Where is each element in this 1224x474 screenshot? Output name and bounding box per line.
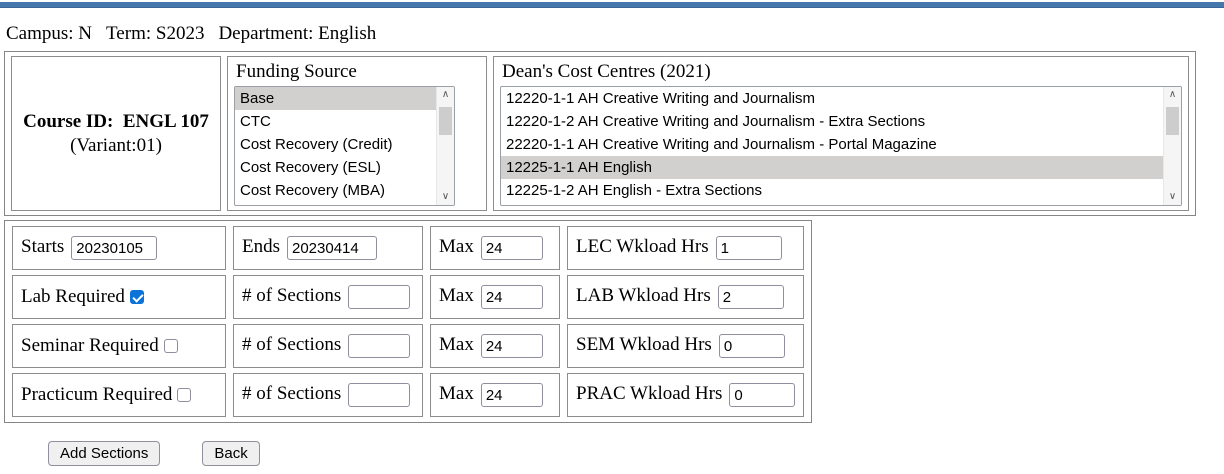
department-label: Department: English (218, 23, 376, 44)
max-label: Max (439, 236, 474, 257)
sections-cell: # of Sections (233, 373, 423, 417)
grid-row-seminar: Seminar Required # of Sections Max SEM W… (12, 324, 804, 368)
max-label: Max (439, 383, 474, 404)
cost-centre-options: 12220-1-1 AH Creative Writing and Journa… (501, 87, 1163, 205)
wkload-cell: LAB Wkload Hrs (567, 275, 804, 319)
grid-row-lecture: Starts Ends Max LEC Wkload Hrs (12, 226, 804, 270)
scrollbar-thumb[interactable] (1166, 107, 1179, 135)
grid-row-lab: Lab Required # of Sections Max LAB Wkloa… (12, 275, 804, 319)
funding-option[interactable]: Cost Recovery (MBA) (235, 179, 436, 202)
page-header: Campus: N Term: S2023 Department: English (6, 23, 1224, 45)
ends-cell: Ends (233, 226, 423, 270)
course-id-cell: Course ID: ENGL 107 (Variant:01) (11, 56, 221, 211)
cost-centres-cell: Dean's Cost Centres (2021) 12220-1-1 AH … (493, 56, 1189, 211)
term-label: Term: S2023 (106, 23, 204, 44)
grid-row-practicum: Practicum Required # of Sections Max PRA… (12, 373, 804, 417)
max-label: Max (439, 285, 474, 306)
max-label: Max (439, 334, 474, 355)
lab-wkload-label: LAB Wkload Hrs (576, 285, 711, 306)
max-input[interactable] (481, 285, 543, 309)
num-sections-label: # of Sections (242, 334, 341, 355)
max-input[interactable] (481, 383, 543, 407)
add-sections-button[interactable]: Add Sections (48, 441, 160, 466)
wkload-cell: PRAC Wkload Hrs (567, 373, 804, 417)
num-sections-input[interactable] (348, 334, 410, 358)
funding-source-label: Funding Source (236, 61, 480, 83)
max-cell: Max (430, 275, 560, 319)
scrollbar[interactable]: ∧ ∨ (1163, 87, 1181, 205)
funding-option[interactable]: Cost Recovery (Credit) (235, 133, 436, 156)
funding-option[interactable]: Base (235, 87, 436, 110)
starts-input[interactable] (71, 236, 157, 260)
lab-required-cell: Lab Required (12, 275, 226, 319)
max-cell: Max (430, 324, 560, 368)
cost-centres-listbox: 12220-1-1 AH Creative Writing and Journa… (500, 86, 1182, 206)
cost-centre-option[interactable]: 12220-1-1 AH Creative Writing and Journa… (501, 87, 1163, 110)
prac-wkload-input[interactable] (729, 383, 795, 407)
practicum-required-checkbox[interactable] (177, 388, 191, 402)
cost-centre-option[interactable]: 22220-1-1 AH Creative Writing and Journa… (501, 133, 1163, 156)
seminar-required-checkbox[interactable] (164, 339, 178, 353)
funding-option[interactable]: Cost Recovery (ESL) (235, 156, 436, 179)
sem-wkload-input[interactable] (719, 334, 785, 358)
sections-cell: # of Sections (233, 275, 423, 319)
sections-cell: # of Sections (233, 324, 423, 368)
funding-options: Base CTC Cost Recovery (Credit) Cost Rec… (235, 87, 436, 205)
wkload-cell: SEM Wkload Hrs (567, 324, 804, 368)
top-accent-bar (0, 2, 1224, 8)
course-info-panel: Course ID: ENGL 107 (Variant:01) Funding… (4, 51, 1196, 216)
wkload-cell: LEC Wkload Hrs (567, 226, 804, 270)
course-variant: (Variant:01) (18, 135, 214, 157)
seminar-required-cell: Seminar Required (12, 324, 226, 368)
funding-source-cell: Funding Source Base CTC Cost Recovery (C… (227, 56, 487, 211)
ends-input[interactable] (287, 236, 377, 260)
seminar-required-label: Seminar Required (21, 335, 159, 356)
num-sections-input[interactable] (348, 285, 410, 309)
starts-cell: Starts (12, 226, 226, 270)
cost-centre-option[interactable]: 12220-1-2 AH Creative Writing and Journa… (501, 110, 1163, 133)
course-id: Course ID: ENGL 107 (18, 111, 214, 133)
ends-label: Ends (242, 236, 280, 257)
prac-wkload-label: PRAC Wkload Hrs (576, 383, 722, 404)
funding-option[interactable]: CTC (235, 110, 436, 133)
lec-wkload-label: LEC Wkload Hrs (576, 236, 709, 257)
max-cell: Max (430, 373, 560, 417)
back-button[interactable]: Back (202, 441, 259, 466)
starts-label: Starts (21, 236, 64, 257)
num-sections-input[interactable] (348, 383, 410, 407)
sem-wkload-label: SEM Wkload Hrs (576, 334, 712, 355)
scrollbar-track[interactable] (1164, 103, 1181, 189)
max-cell: Max (430, 226, 560, 270)
cost-centre-option[interactable]: 12225-1-1 AH English (501, 156, 1163, 179)
practicum-required-cell: Practicum Required (12, 373, 226, 417)
max-input[interactable] (481, 334, 543, 358)
lab-required-checkbox[interactable] (130, 290, 144, 304)
scrollbar[interactable]: ∧ ∨ (436, 87, 454, 205)
page: Campus: NTerm: S2023Department: English … (0, 23, 1224, 466)
scrollbar-down-icon[interactable]: ∨ (437, 189, 454, 205)
practicum-required-label: Practicum Required (21, 384, 172, 405)
scrollbar-up-icon[interactable]: ∧ (437, 87, 454, 103)
campus-label: Campus: N (6, 23, 92, 44)
scrollbar-down-icon[interactable]: ∨ (1164, 189, 1181, 205)
lab-required-label: Lab Required (21, 286, 125, 307)
cost-centre-option[interactable]: 12225-1-2 AH English - Extra Sections (501, 179, 1163, 202)
button-row: Add Sections Back (48, 441, 1224, 466)
num-sections-label: # of Sections (242, 383, 341, 404)
scrollbar-up-icon[interactable]: ∧ (1164, 87, 1181, 103)
sections-grid: Starts Ends Max LEC Wkload Hrs Lab Requi… (4, 220, 812, 423)
funding-source-listbox: Base CTC Cost Recovery (Credit) Cost Rec… (234, 86, 455, 206)
lec-wkload-input[interactable] (716, 236, 782, 260)
scrollbar-track[interactable] (437, 103, 454, 189)
max-input[interactable] (481, 236, 543, 260)
cost-centres-label: Dean's Cost Centres (2021) (502, 61, 1182, 83)
num-sections-label: # of Sections (242, 285, 341, 306)
scrollbar-thumb[interactable] (439, 107, 452, 135)
lab-wkload-input[interactable] (718, 285, 784, 309)
